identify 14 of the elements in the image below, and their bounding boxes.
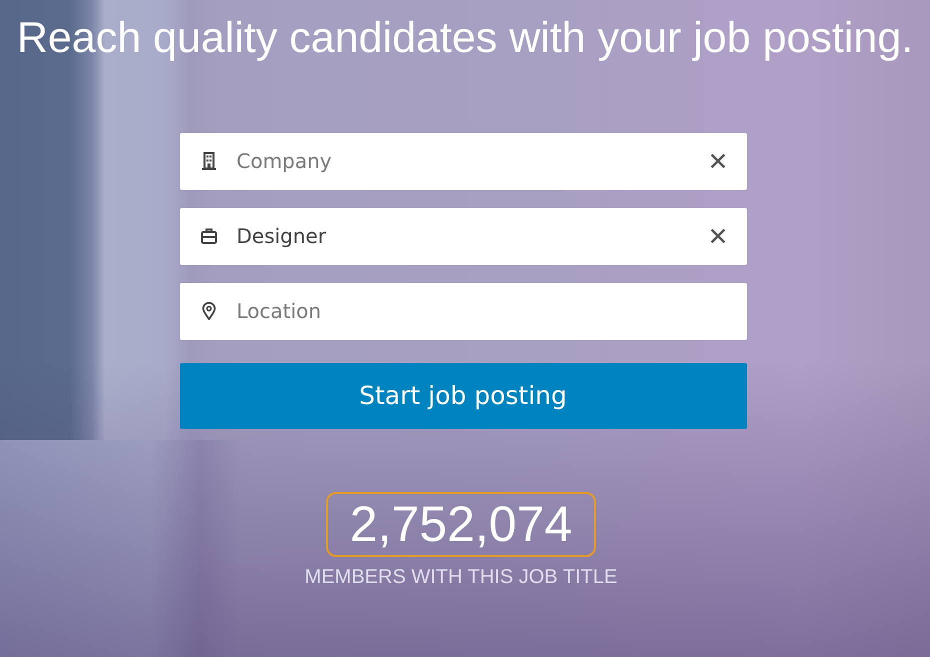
page-heading: Reach quality candidates with your job posting.: [16, 13, 914, 64]
input-field[interactable]: Location: [180, 282, 746, 340]
member-count: 2,752,074: [326, 492, 596, 557]
close-icon: [710, 154, 724, 168]
close-icon: [710, 229, 724, 244]
member-count-caption: MEMBERS WITH THIS JOB TITLE: [304, 564, 618, 590]
building-icon: [200, 152, 216, 170]
briefcase-icon: [200, 227, 216, 246]
input-field[interactable]: Company: [180, 132, 746, 190]
clear-button[interactable]: [710, 229, 724, 244]
input-field[interactable]: Designer: [180, 208, 746, 265]
map-pin-icon: [200, 302, 216, 320]
clear-button[interactable]: [710, 154, 724, 168]
start-job-posting-button[interactable]: Start job posting: [180, 362, 746, 429]
